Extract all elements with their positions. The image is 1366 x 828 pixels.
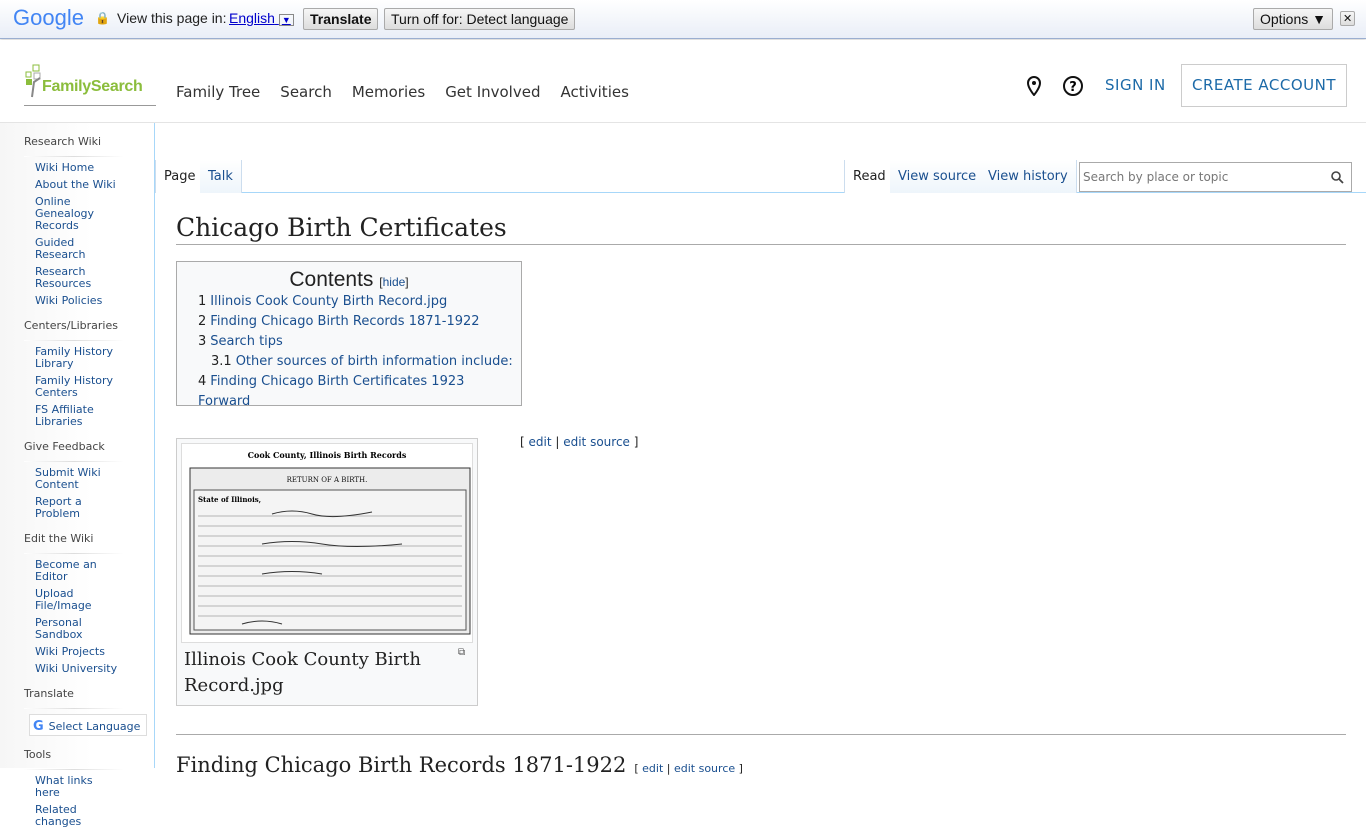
image-thumbnail: Cook County, Illinois Birth Records RETU… bbox=[176, 438, 478, 706]
sidebar-item[interactable]: Wiki University bbox=[0, 663, 120, 675]
sidebar-heading: Edit the Wiki bbox=[24, 532, 94, 545]
sidebar-item[interactable]: About the Wiki bbox=[0, 179, 120, 191]
create-account-button[interactable]: CREATE ACCOUNT bbox=[1181, 64, 1347, 107]
divider bbox=[24, 769, 124, 770]
location-pin-icon[interactable] bbox=[1026, 76, 1042, 96]
wiki-search-input[interactable]: Search by place or topic bbox=[1079, 162, 1352, 192]
sidebar-item[interactable]: Report a Problem bbox=[0, 496, 120, 520]
sidebar-item[interactable]: Related changes bbox=[0, 804, 120, 828]
toc-item[interactable]: 4 Finding Chicago Birth Certificates 1923… bbox=[198, 372, 513, 412]
sidebar-item[interactable]: Research Resources bbox=[0, 266, 120, 290]
sidebar-item[interactable]: Family History Centers bbox=[0, 375, 120, 399]
nav-search[interactable]: Search bbox=[280, 83, 332, 101]
toc-link[interactable]: Illinois Cook County Birth Record.jpg bbox=[210, 294, 447, 309]
translate-prompt: View this page in: bbox=[117, 10, 227, 26]
image-heading: Cook County, Illinois Birth Records bbox=[248, 450, 407, 460]
toc-item[interactable]: 1 Illinois Cook County Birth Record.jpg bbox=[198, 292, 513, 312]
toc-link[interactable]: Other sources of birth information inclu… bbox=[236, 354, 513, 369]
toc-item[interactable]: 3.1 Other sources of birth information in… bbox=[211, 352, 513, 372]
dropdown-icon: ▼ bbox=[278, 14, 294, 26]
toc-hide-link[interactable]: hide bbox=[383, 275, 406, 289]
divider bbox=[24, 708, 124, 709]
sidebar-item[interactable]: Wiki Policies bbox=[0, 295, 120, 307]
sidebar-item[interactable]: Personal Sandbox bbox=[0, 617, 120, 641]
sidebar-item[interactable]: What links here bbox=[0, 775, 120, 799]
familysearch-logo[interactable]: FamilySearch bbox=[24, 64, 156, 106]
image-caption: Illinois Cook County Birth Record.jpg bbox=[184, 649, 421, 696]
sign-in-link[interactable]: SIGN IN bbox=[1105, 76, 1166, 94]
divider bbox=[24, 156, 124, 157]
edit-source-link[interactable]: edit source bbox=[674, 762, 735, 775]
tab-page[interactable]: Page bbox=[155, 160, 205, 193]
birth-record-image[interactable]: Cook County, Illinois Birth Records RETU… bbox=[181, 443, 473, 643]
search-icon[interactable] bbox=[1331, 171, 1344, 184]
translate-bar: Google 🔒 View this page in: English ▼ Tr… bbox=[0, 0, 1366, 39]
enlarge-icon[interactable]: ⧉ bbox=[458, 647, 465, 658]
tab-view-source[interactable]: View source bbox=[890, 160, 986, 193]
nav-activities[interactable]: Activities bbox=[560, 83, 628, 101]
options-button[interactable]: Options ▼ bbox=[1253, 8, 1333, 30]
toc-item[interactable]: 2 Finding Chicago Birth Records 1871-1922 bbox=[198, 312, 513, 332]
sidebar-item[interactable]: Upload File/Image bbox=[0, 588, 120, 612]
sidebar: Research Wiki Wiki Home About the Wiki Onli… bbox=[0, 123, 155, 828]
google-logo: Google bbox=[13, 5, 84, 30]
divider bbox=[176, 734, 1346, 735]
sidebar-item[interactable]: Submit Wiki Content bbox=[0, 467, 120, 491]
select-language-widget[interactable]: G Select Language bbox=[29, 714, 147, 736]
sidebar-item[interactable]: Wiki Home bbox=[0, 162, 120, 174]
sidebar-heading: Research Wiki bbox=[24, 135, 102, 148]
translate-button[interactable]: Translate bbox=[303, 8, 379, 30]
sidebar-heading: Translate bbox=[24, 687, 74, 700]
image-state-label: State of Illinois, bbox=[198, 495, 261, 504]
image-subheading: RETURN OF A BIRTH. bbox=[287, 476, 368, 484]
sidebar-heading: Centers/Libraries bbox=[24, 319, 118, 332]
section-edit-links: [ edit | edit source ] bbox=[520, 435, 639, 449]
toc-title: Contents bbox=[289, 268, 374, 291]
sidebar-item[interactable]: FS Affiliate Libraries bbox=[0, 404, 120, 428]
article: Chicago Birth Certificates Contents [hid… bbox=[176, 193, 1346, 777]
sidebar-item[interactable]: Wiki Projects bbox=[0, 646, 120, 658]
table-of-contents: Contents [hide] 1 Illinois Cook County Bi… bbox=[176, 261, 522, 409]
tab-view-history[interactable]: View history bbox=[980, 160, 1077, 193]
nav-memories[interactable]: Memories bbox=[352, 83, 425, 101]
tab-read[interactable]: Read bbox=[844, 160, 895, 193]
nav-family-tree[interactable]: Family Tree bbox=[176, 83, 260, 101]
turn-off-button[interactable]: Turn off for: Detect language bbox=[384, 8, 576, 30]
tab-talk[interactable]: Talk bbox=[200, 160, 242, 193]
sidebar-heading: Give Feedback bbox=[24, 440, 105, 453]
help-icon[interactable]: ? bbox=[1062, 75, 1084, 97]
toc-link[interactable]: Search tips bbox=[210, 334, 283, 349]
section-heading: Finding Chicago Birth Records 1871-1922[… bbox=[176, 753, 743, 777]
sidebar-heading: Tools bbox=[24, 748, 52, 761]
close-icon[interactable]: ✕ bbox=[1340, 11, 1356, 26]
sidebar-item[interactable]: Family History Library bbox=[0, 346, 120, 370]
edit-source-link[interactable]: edit source bbox=[563, 435, 630, 449]
svg-text:?: ? bbox=[1069, 80, 1077, 95]
google-g-icon: G bbox=[33, 719, 44, 734]
main-nav: Family Tree Search Memories Get Involved… bbox=[176, 83, 629, 101]
toc-item[interactable]: 3 Search tips bbox=[198, 332, 513, 352]
lock-icon: 🔒 bbox=[95, 11, 110, 25]
divider bbox=[24, 461, 124, 462]
sidebar-item[interactable]: Guided Research bbox=[0, 237, 120, 261]
divider bbox=[24, 340, 124, 341]
language-select[interactable]: English ▼ bbox=[229, 10, 294, 26]
divider bbox=[24, 553, 124, 554]
edit-link[interactable]: edit bbox=[529, 435, 552, 449]
toc-link[interactable]: Finding Chicago Birth Records 1871-1922 bbox=[210, 314, 479, 329]
sidebar-item[interactable]: Become an Editor bbox=[0, 559, 120, 583]
edit-link[interactable]: edit bbox=[642, 762, 663, 775]
toc-link[interactable]: Finding Chicago Birth Certificates 1923 … bbox=[198, 374, 464, 409]
nav-get-involved[interactable]: Get Involved bbox=[445, 83, 540, 101]
site-header: FamilySearch Family Tree Search Memories… bbox=[0, 40, 1366, 123]
page-title: Chicago Birth Certificates bbox=[176, 193, 1346, 245]
sidebar-item[interactable]: Online Genealogy Records bbox=[0, 196, 120, 232]
